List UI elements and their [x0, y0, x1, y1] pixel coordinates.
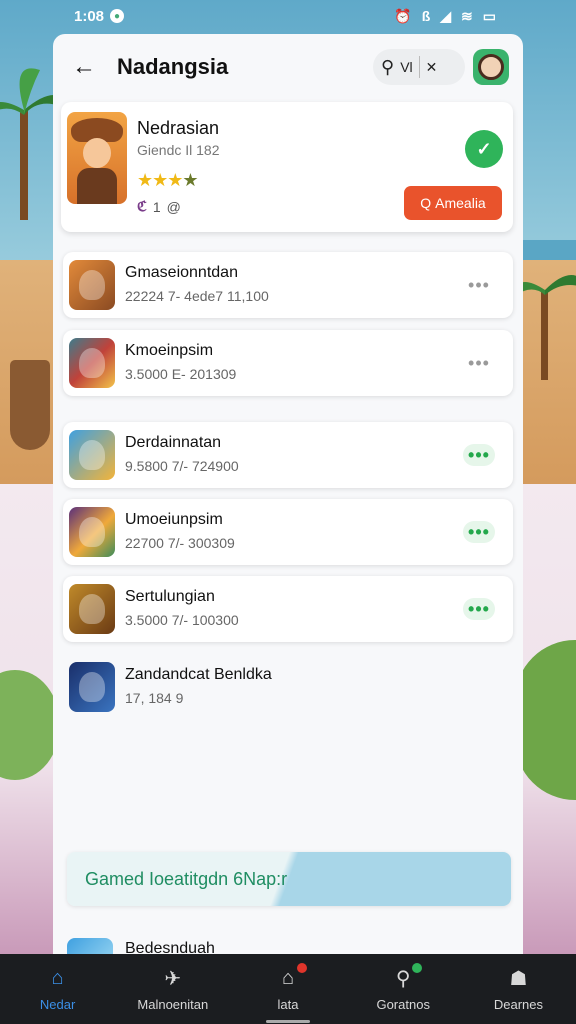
nav-label: Goratnos — [376, 996, 430, 1012]
back-arrow-icon[interactable]: ← — [71, 53, 97, 80]
search-divider — [418, 56, 420, 78]
more-options-icon[interactable]: ••• — [463, 444, 495, 466]
featured-subtitle: Giendc Il 182 — [137, 142, 220, 158]
profile-icon: ☗ — [509, 968, 528, 990]
nav-label: Dearnes — [493, 996, 543, 1012]
rating-stars: ★★★★ — [137, 170, 199, 191]
avatar[interactable] — [473, 49, 509, 85]
search-icon[interactable]: ⚲ — [381, 57, 394, 78]
list-item[interactable]: Zandandcat Benldka 17, 184 9 — [63, 654, 513, 720]
star-filled-icon: ★★★ — [137, 170, 183, 190]
list-item[interactable]: Kmoeinpsim 3.5000 E- 201309 ••• — [63, 330, 513, 396]
battery-icon: ▭ — [482, 7, 496, 24]
game-thumbnail — [69, 338, 115, 388]
avatar-face — [478, 54, 504, 80]
background-rock — [10, 360, 50, 450]
nav-item-search[interactable]: ⚲ Goratnos — [346, 954, 461, 1024]
network-label: ß — [421, 8, 431, 24]
more-options-icon[interactable]: ••• — [463, 598, 495, 620]
list-item-subtitle: 9.5800 7/- 724900 — [125, 458, 239, 474]
check-icon[interactable]: ✓ — [465, 130, 503, 168]
more-options-icon[interactable]: ••• — [463, 274, 495, 296]
more-options-icon[interactable]: ••• — [463, 352, 495, 374]
notification-badge — [412, 962, 423, 973]
nav-label: lata — [277, 996, 299, 1012]
list-item-subtitle: 22224 7- 4ede7 11,100 — [125, 288, 269, 304]
alarm-icon: ⏰ — [394, 7, 412, 24]
game-thumbnail — [67, 938, 113, 954]
nav-item-games[interactable]: ✈ Malnoenitan — [115, 954, 230, 1024]
promo-banner[interactable]: Gamed Ioeatitgdn 6Nap:r — [67, 852, 511, 906]
wifi-icon: ≋ — [461, 7, 473, 24]
featured-thumbnail — [67, 112, 127, 204]
notification-badge — [297, 962, 307, 973]
list-item-name: Kmoeinpsim — [125, 342, 214, 359]
star-dim-icon: ★ — [182, 170, 198, 190]
nav-item-home[interactable]: ⌂ Nedar — [0, 954, 115, 1024]
main-panel: ← Nadangsia ⚲ Vl ✕ Nedrasian Giendc Il 1… — [53, 34, 523, 954]
status-right: ⏰ ß ◢ ≋ ▭ — [394, 8, 496, 25]
status-bar: 1:08 ● ⏰ ß ◢ ≋ ▭ — [0, 0, 576, 32]
search-pill[interactable]: ⚲ Vl ✕ — [373, 49, 465, 85]
list-item[interactable]: Umoeiunpsim 22700 7/- 300309 ••• — [63, 499, 513, 565]
list-item-name: Derdainnatan — [125, 434, 222, 451]
notification-icon: ● — [110, 9, 125, 23]
palm-tree-right — [515, 275, 576, 380]
search-icon: ⚲ — [390, 962, 423, 991]
page-title: Nadangsia — [117, 54, 229, 79]
list-item[interactable]: Derdainnatan 9.5800 7/- 724900 ••• — [63, 422, 513, 488]
list-item-subtitle: 22700 7/- 300309 — [125, 535, 235, 551]
signal-icon: ◢ — [440, 7, 452, 24]
game-thumbnail — [69, 584, 115, 634]
list-item-name: Zandandcat Benldka — [125, 666, 272, 683]
list-item[interactable]: Bedesnduah — [67, 938, 511, 954]
game-thumbnail — [69, 430, 115, 480]
home-icon: ⌂ — [51, 967, 64, 989]
controller-icon: ✈ — [164, 968, 182, 990]
featured-meta: ℭ 1 @ — [137, 198, 181, 215]
list-item[interactable]: Gmaseionntdan 22224 7- 4ede7 11,100 ••• — [63, 252, 513, 318]
cta-label: Amealia — [435, 195, 486, 211]
list-item-name: Bedesnduah — [125, 940, 215, 954]
featured-name: Nedrasian — [137, 118, 220, 138]
list-item-name: Umoeiunpsim — [125, 511, 223, 528]
nav-item-profile[interactable]: ☗ Dearnes — [461, 954, 576, 1024]
list-item-subtitle: 3.5000 E- 201309 — [125, 366, 237, 382]
nav-label: Nedar — [39, 996, 76, 1012]
featured-cta-button[interactable]: Q Amealia — [404, 186, 502, 220]
featured-card[interactable]: Nedrasian Giendc Il 182 ★★★★ ℭ 1 @ ✓ Q A… — [61, 102, 513, 232]
close-icon[interactable]: ✕ — [426, 59, 438, 76]
game-thumbnail — [69, 507, 115, 557]
status-time: 1:08 — [74, 7, 105, 25]
home-indicator — [266, 1020, 310, 1023]
meta-badge-icon: ℭ — [137, 198, 147, 214]
meta-extra: @ — [166, 198, 181, 215]
nav-label: Malnoenitan — [137, 996, 209, 1012]
list-item-subtitle: 3.5000 7/- 100300 — [125, 612, 239, 628]
bottom-nav: ⌂ Nedar ✈ Malnoenitan ⌂ lata ⚲ Goratnos … — [0, 954, 576, 1024]
list-item-name: Sertulungian — [125, 588, 215, 605]
more-options-icon[interactable]: ••• — [463, 521, 495, 543]
status-left: 1:08 ● — [74, 7, 125, 25]
meta-count: 1 — [152, 198, 161, 215]
list-item-subtitle: 17, 184 9 — [125, 690, 184, 706]
search-label: Vl — [400, 59, 413, 75]
list-item[interactable]: Sertulungian 3.5000 7/- 100300 ••• — [63, 576, 513, 642]
game-thumbnail — [69, 662, 115, 712]
store-icon: ⌂ — [275, 962, 307, 991]
palm-tree-left — [0, 68, 60, 220]
cta-icon: Q — [420, 195, 432, 211]
game-thumbnail — [69, 260, 115, 310]
list-item-name: Gmaseionntdan — [125, 264, 238, 281]
header: ← Nadangsia ⚲ Vl ✕ — [53, 34, 523, 100]
nav-item-store[interactable]: ⌂ lata — [230, 954, 345, 1024]
